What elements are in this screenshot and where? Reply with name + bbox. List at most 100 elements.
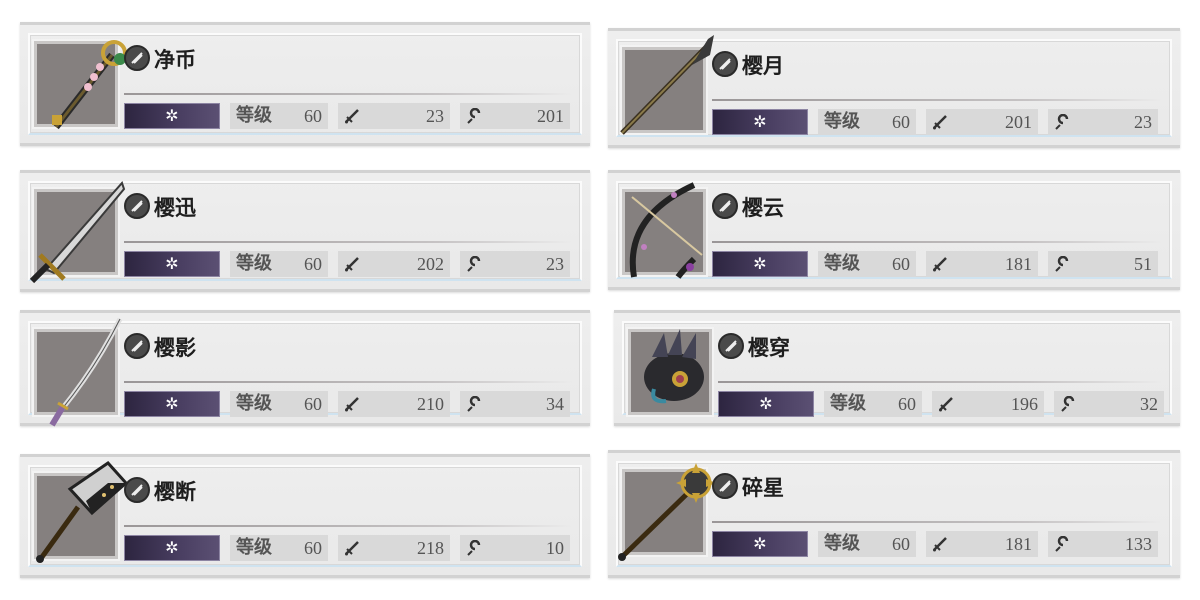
level-label: 等级 <box>236 537 272 558</box>
mace-icon <box>618 463 716 561</box>
attack-icon <box>933 537 947 552</box>
weapon-card-2[interactable]: 樱月 ✲ 等级 60 201 23 <box>608 28 1180 148</box>
weapon-name: 樱云 <box>742 196 784 220</box>
crit-value: 51 <box>1134 254 1152 274</box>
attack-value: 181 <box>1005 534 1032 554</box>
stats-row: ✲ 等级 60 181 133 <box>712 531 1162 557</box>
crit-icon <box>467 540 481 556</box>
weapon-name: 樱月 <box>742 54 784 78</box>
level-label: 等级 <box>236 253 272 274</box>
crit-cell: 51 <box>1048 251 1158 277</box>
gauntlet-icon <box>644 329 704 404</box>
attack-icon <box>933 115 947 130</box>
stats-row: ✲ 等级 60 23 201 <box>124 103 572 129</box>
crit-icon <box>1055 256 1069 272</box>
element-bar: ✲ <box>718 391 814 417</box>
element-bar: ✲ <box>124 535 220 561</box>
stats-row: ✲ 等级 60 202 23 <box>124 251 572 277</box>
crit-icon <box>1055 114 1069 130</box>
cleaver-icon <box>36 461 129 563</box>
attack-icon <box>345 397 359 412</box>
level-label: 等级 <box>236 393 272 414</box>
weapon-card-8[interactable]: 碎星 ✲ 等级 60 181 133 <box>608 450 1180 578</box>
divider <box>124 241 572 243</box>
cleaver-icon <box>124 477 150 503</box>
sword-icon <box>124 193 150 219</box>
weapon-name: 樱穿 <box>748 336 790 360</box>
crit-value: 32 <box>1140 394 1158 414</box>
level-cell: 等级 60 <box>818 251 916 277</box>
weapon-card-6[interactable]: 樱穿 ✲ 等级 60 196 32 <box>614 310 1180 426</box>
weapon-card-1[interactable]: 净币 ✲ 等级 60 23 201 <box>20 22 590 146</box>
attack-icon <box>939 397 953 412</box>
stats-row: ✲ 等级 60 210 34 <box>124 391 572 417</box>
level-cell: 等级 60 <box>230 391 328 417</box>
weapon-card-5[interactable]: 樱影 ✲ 等级 60 210 34 <box>20 310 590 427</box>
crit-cell: 34 <box>460 391 570 417</box>
attack-value: 218 <box>417 538 444 558</box>
divider <box>712 521 1162 523</box>
attack-value: 201 <box>1005 112 1032 132</box>
level-cell: 等级 60 <box>824 391 922 417</box>
element-bar: ✲ <box>712 251 808 277</box>
staff-icon <box>52 40 127 130</box>
weapon-card-3[interactable]: 樱迅 ✲ 等级 60 202 23 <box>20 170 590 292</box>
crit-icon <box>467 108 481 124</box>
element-bar: ✲ <box>124 251 220 277</box>
stats-row: ✲ 等级 60 196 32 <box>718 391 1164 417</box>
sword-icon <box>29 181 126 284</box>
level-cell: 等级 60 <box>818 531 916 557</box>
gauntlet-icon <box>718 333 744 359</box>
level-value: 60 <box>304 254 322 274</box>
crit-cell: 23 <box>460 251 570 277</box>
divider <box>124 93 572 95</box>
level-value: 60 <box>892 254 910 274</box>
attack-cell: 196 <box>932 391 1044 417</box>
divider <box>124 381 572 383</box>
divider <box>712 99 1162 101</box>
crit-cell: 10 <box>460 535 570 561</box>
level-label: 等级 <box>824 253 860 274</box>
bow-icon <box>712 193 738 219</box>
attack-cell: 23 <box>338 103 450 129</box>
crit-icon <box>467 396 481 412</box>
attack-value: 210 <box>417 394 444 414</box>
crit-value: 23 <box>546 254 564 274</box>
level-label: 等级 <box>824 533 860 554</box>
level-label: 等级 <box>830 393 866 414</box>
spear-icon <box>620 35 714 135</box>
weapon-card-7[interactable]: 樱断 ✲ 等级 60 218 10 <box>20 454 590 578</box>
crit-value: 10 <box>546 538 564 558</box>
attack-value: 196 <box>1011 394 1038 414</box>
attack-icon <box>933 257 947 272</box>
element-bar: ✲ <box>712 109 808 135</box>
level-label: 等级 <box>236 105 272 126</box>
katana-icon <box>124 333 150 359</box>
crit-cell: 201 <box>460 103 570 129</box>
katana-icon <box>49 317 123 427</box>
spear-icon <box>712 51 738 77</box>
attack-icon <box>345 257 359 272</box>
stats-row: ✲ 等级 60 218 10 <box>124 535 572 561</box>
attack-cell: 210 <box>338 391 450 417</box>
attack-cell: 181 <box>926 251 1038 277</box>
level-value: 60 <box>892 112 910 132</box>
element-bar: ✲ <box>124 391 220 417</box>
weapon-name: 碎星 <box>742 476 784 500</box>
level-cell: 等级 60 <box>230 103 328 129</box>
stats-row: ✲ 等级 60 201 23 <box>712 109 1162 135</box>
attack-cell: 181 <box>926 531 1038 557</box>
attack-value: 202 <box>417 254 444 274</box>
level-value: 60 <box>304 394 322 414</box>
divider <box>718 381 1162 383</box>
attack-value: 23 <box>426 106 444 126</box>
level-value: 60 <box>898 394 916 414</box>
crit-icon <box>467 256 481 272</box>
attack-icon <box>345 109 359 124</box>
divider <box>124 525 572 527</box>
stats-row: ✲ 等级 60 181 51 <box>712 251 1162 277</box>
gunbai-icon <box>124 45 150 71</box>
element-bar: ✲ <box>124 103 220 129</box>
element-bar: ✲ <box>712 531 808 557</box>
weapon-card-4[interactable]: 樱云 ✲ 等级 60 181 51 <box>608 170 1180 290</box>
